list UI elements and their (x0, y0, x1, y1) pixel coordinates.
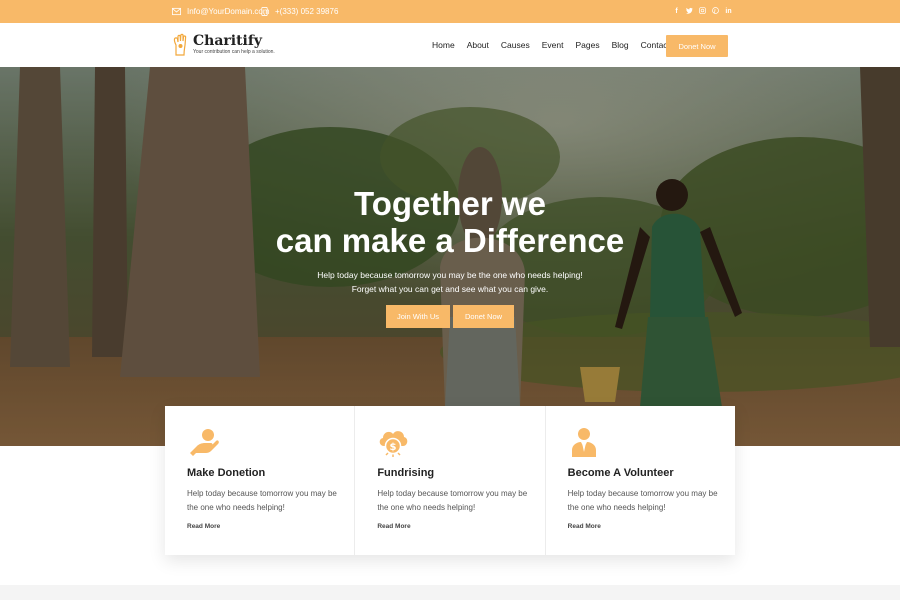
feature-cards: Make Donetion Help today because tomorro… (165, 406, 735, 555)
main-nav: Home About Causes Event Pages Blog Conta… (432, 23, 670, 67)
logo-text: Charitify Your contribution can help a s… (193, 33, 275, 56)
card-fundraising: $ Fundrising Help today because tomorrow… (355, 406, 546, 555)
read-more-link[interactable]: Read More (187, 523, 220, 530)
phone-text: +(333) 052 39876 (275, 7, 339, 16)
site-header: Charitify Your contribution can help a s… (0, 23, 900, 67)
volunteer-icon (571, 428, 596, 457)
brand-name: Charitify (193, 33, 263, 49)
twitter-icon[interactable] (686, 7, 693, 16)
email-contact[interactable]: Info@YourDomain.com (172, 0, 270, 23)
top-bar: Info@YourDomain.com +(333) 052 39876 f i… (0, 0, 900, 23)
nav-event[interactable]: Event (542, 40, 564, 50)
card-title: Make Donetion (187, 467, 266, 479)
card-make-donation: Make Donetion Help today because tomorro… (165, 406, 356, 555)
card-description: Help today because tomorrow you may be t… (567, 489, 718, 512)
svg-text:$: $ (390, 442, 397, 453)
social-links: f in (673, 0, 732, 23)
brand-tagline: Your contribution can help a solution. (193, 49, 275, 55)
hero-donate-button[interactable]: Donet Now (453, 305, 514, 328)
pinterest-icon[interactable] (712, 7, 719, 16)
card-description: Help today because tomorrow you may be t… (187, 489, 337, 512)
facebook-icon[interactable]: f (673, 7, 680, 16)
nav-home[interactable]: Home (432, 40, 455, 50)
phone-contact[interactable]: +(333) 052 39876 (260, 0, 338, 23)
header-donate-button[interactable]: Donet Now (666, 35, 728, 57)
phone-icon (261, 7, 268, 16)
join-with-us-button[interactable]: Join With Us (386, 305, 450, 328)
instagram-icon[interactable] (699, 7, 706, 16)
nav-causes[interactable]: Causes (501, 40, 530, 50)
donation-hand-icon (190, 429, 219, 456)
hero-section: Together we can make a Difference Help t… (0, 67, 900, 446)
hero-title-line1: Together we (354, 185, 546, 222)
linkedin-icon[interactable]: in (725, 7, 732, 16)
fundraising-icon: $ (380, 431, 408, 457)
envelope-icon (172, 7, 181, 16)
next-section-strip (0, 585, 900, 600)
read-more-link[interactable]: Read More (377, 523, 410, 530)
site-logo[interactable]: Charitify Your contribution can help a s… (172, 33, 275, 57)
card-volunteer: Become A Volunteer Help today because to… (546, 406, 735, 555)
nav-pages[interactable]: Pages (575, 40, 599, 50)
email-text: Info@YourDomain.com (187, 7, 270, 16)
card-title: Become A Volunteer (567, 467, 674, 479)
charity-hand-logo-icon (173, 33, 187, 56)
hero-title-line2: can make a Difference (275, 222, 625, 259)
nav-about[interactable]: About (467, 40, 489, 50)
card-description: Help today because tomorrow you may be t… (377, 489, 528, 512)
nav-blog[interactable]: Blog (612, 40, 629, 50)
hero-subtitle-line2: Forget what you can get and see what you… (351, 284, 549, 294)
hero-subtitle-line1: Help today because tomorrow you may be t… (317, 270, 583, 280)
read-more-link[interactable]: Read More (568, 523, 601, 530)
card-title: Fundrising (377, 467, 435, 479)
